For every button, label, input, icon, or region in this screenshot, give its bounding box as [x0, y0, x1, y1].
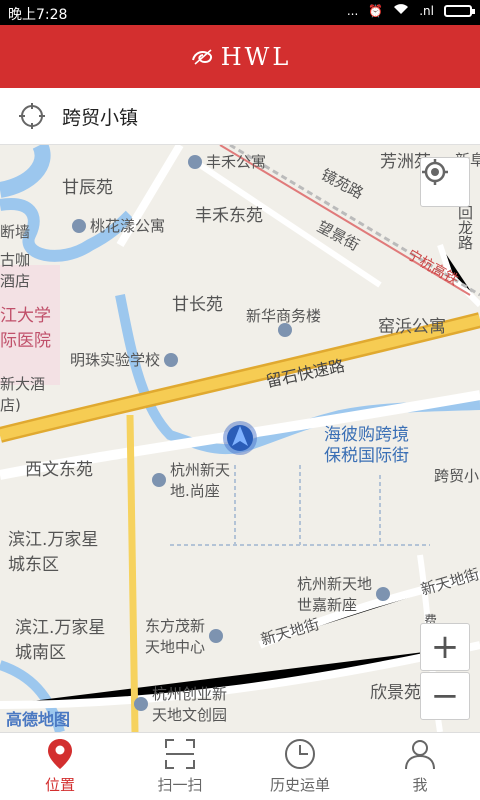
- clock-icon: [285, 739, 315, 769]
- minus-icon: −: [430, 676, 460, 716]
- map-label: 丰禾东苑: [195, 206, 263, 226]
- map-label: 东方茂新 天地中心: [145, 615, 224, 657]
- person-icon: [405, 740, 435, 770]
- poi-icon: [188, 154, 202, 169]
- map-label: 滨江.万家星 城南区: [15, 618, 106, 663]
- map-label: 江大学 际医院: [0, 306, 51, 351]
- tab-scan[interactable]: 扫一扫: [120, 733, 240, 800]
- plus-icon: +: [430, 627, 460, 667]
- tab-label: 历史运单: [269, 776, 330, 794]
- map-label: 明珠实验学校: [70, 349, 179, 370]
- map-label: [278, 323, 292, 341]
- map-label: 新大酒 店): [0, 375, 46, 414]
- app-header: HWL: [0, 25, 480, 88]
- map-label: 丰禾公寓: [188, 151, 266, 173]
- bottom-tab-bar: 位置 扫一扫 历史运单 我: [0, 732, 480, 800]
- map-label: 甘辰苑: [62, 178, 113, 198]
- zoom-in-button[interactable]: +: [420, 623, 470, 671]
- logo-emblem-icon: [191, 48, 212, 65]
- map-view[interactable]: 丰禾公寓 芳洲苑 新阜 甘辰苑 镜苑路 桃花漾公寓 丰禾东苑 望景街 宁杭高铁 …: [0, 145, 480, 732]
- status-time: 晚上7:28: [8, 7, 68, 23]
- map-label: 断墙: [0, 223, 31, 241]
- poi-icon: [376, 587, 391, 601]
- location-name: 跨贸小镇: [62, 106, 139, 129]
- status-bar: 晚上7:28 ... ⏰ .nl: [0, 0, 480, 25]
- tab-me[interactable]: 我: [360, 733, 480, 800]
- target-icon: [422, 159, 448, 185]
- map-label: 窑浜公寓: [378, 317, 446, 337]
- status-icons: ... ⏰ .nl: [346, 3, 475, 18]
- tab-label: 位置: [44, 776, 75, 794]
- map-label: 回龙路: [456, 205, 474, 250]
- poi-icon: [134, 697, 148, 711]
- amap-logo: 高德地图: [6, 710, 71, 729]
- map-label: 杭州创业新 天地文创园: [134, 683, 227, 725]
- map-label: 滨江.万家星 城东区: [8, 530, 99, 575]
- app-logo: HWL: [189, 43, 292, 71]
- logo-text: HWL: [220, 42, 292, 71]
- crosshair-icon: [19, 103, 45, 129]
- scan-icon: [165, 739, 195, 769]
- tab-label: 我: [412, 776, 428, 794]
- map-label: 西文东苑: [25, 460, 93, 480]
- map-label: 跨贸小: [434, 467, 480, 485]
- map-label: 欣景苑: [370, 683, 421, 703]
- tab-location[interactable]: 位置: [0, 733, 120, 800]
- status-dots: ...: [346, 3, 359, 18]
- poi-icon: [72, 218, 86, 233]
- map-label: 海彼购跨境 保税国际街: [324, 425, 409, 466]
- tab-label: 扫一扫: [157, 776, 203, 794]
- tab-history[interactable]: 历史运单: [240, 733, 360, 800]
- current-location-bar[interactable]: 跨贸小镇: [0, 88, 480, 145]
- battery-icon: [444, 4, 475, 17]
- map-label: 杭州新天 地.尚座: [152, 459, 230, 501]
- zoom-out-button[interactable]: −: [420, 672, 470, 720]
- poi-icon: [209, 629, 224, 643]
- signal-icon: .nl: [419, 3, 434, 18]
- wifi-icon: [393, 3, 409, 18]
- poi-icon: [152, 473, 166, 487]
- map-label: 桃花漾公寓: [72, 215, 165, 237]
- map-label: 古咖 酒店: [0, 251, 31, 290]
- alarm-icon: ⏰: [368, 3, 384, 18]
- map-label: 甘长苑: [172, 295, 223, 315]
- poi-icon: [278, 323, 292, 337]
- location-pin-icon: [48, 739, 72, 769]
- locate-me-button[interactable]: [420, 157, 470, 207]
- poi-icon: [164, 352, 179, 367]
- map-label: 杭州新天地 世嘉新座: [297, 573, 391, 615]
